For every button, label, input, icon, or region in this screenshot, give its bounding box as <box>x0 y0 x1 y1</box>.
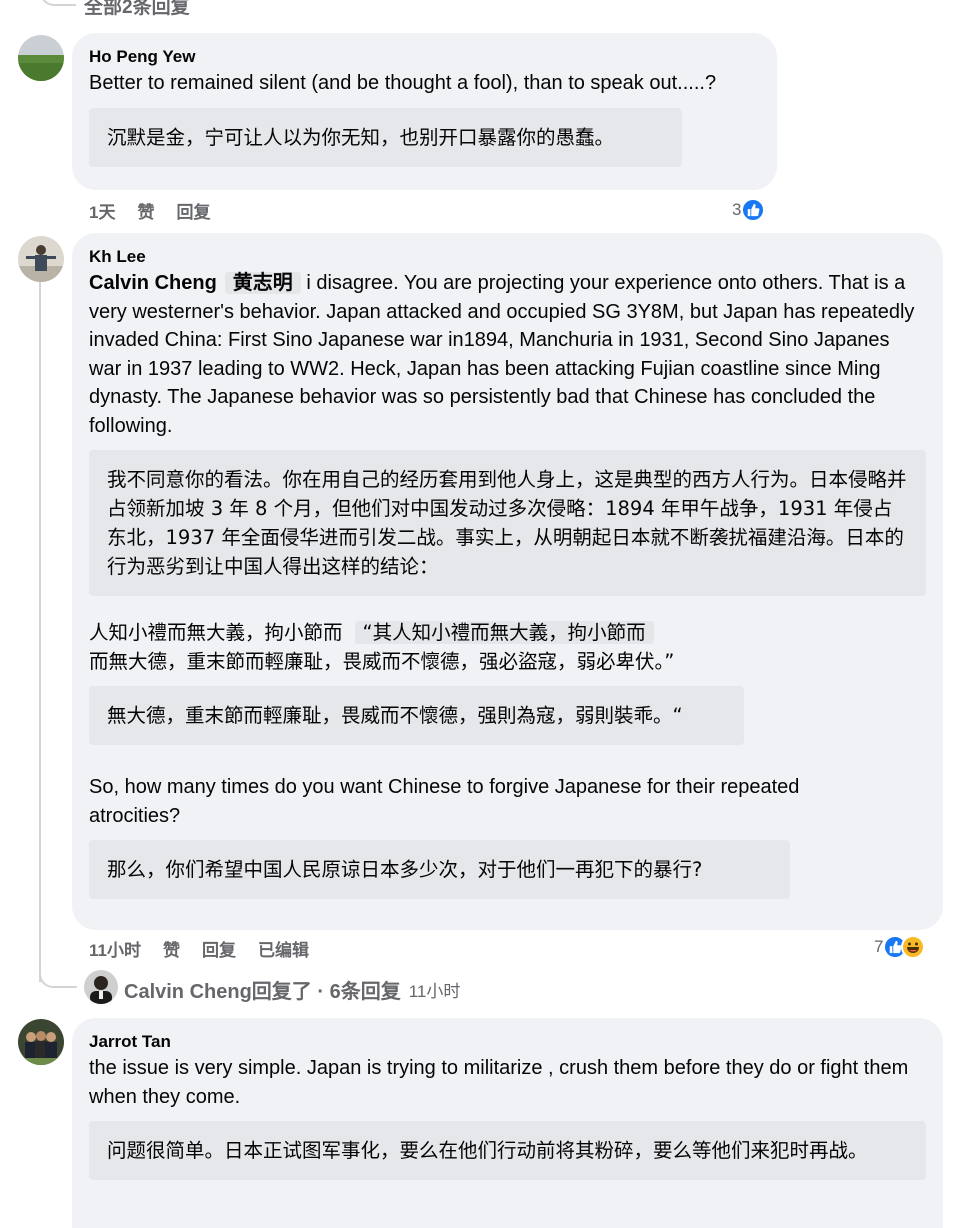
comment-author[interactable]: Ho Peng Yew <box>89 47 759 67</box>
translation-box: 沉默是金，宁可让人以为你无知，也别开口暴露你的愚蠢。 <box>89 107 682 167</box>
reaction-count: 3 <box>732 200 742 219</box>
translation-box: 那么，你们希望中国人民原谅日本多少次，对于他们一再犯下的暴行? <box>89 840 790 899</box>
comment-author[interactable]: Kh Lee <box>89 247 925 267</box>
avatar[interactable] <box>84 970 118 1004</box>
comment-text: the issue is very simple. Japan is tryin… <box>89 1057 909 1108</box>
thread-connector-top <box>40 0 76 6</box>
haha-reaction-icon <box>901 935 926 959</box>
mention-calvin-cheng[interactable]: Calvin Cheng <box>89 272 217 294</box>
reply-button[interactable]: 回复 <box>202 936 236 961</box>
comment-time[interactable]: 11小时 <box>89 936 141 961</box>
quote-line-1: 人知小禮而無大義，拘小節而 <box>89 621 343 644</box>
reaction-summary[interactable]: 7 <box>874 935 926 959</box>
quote-line-2: 而無大德，重末節而輕廉耻，畏威而不懷德，强必盜寇，弱必卑伏。” <box>89 650 675 673</box>
translation-box: 我不同意你的看法。你在用自己的经历套用到他人身上，这是典型的西方人行为。日本侵略… <box>89 450 926 596</box>
like-button[interactable]: 赞 <box>163 936 180 961</box>
comment-bubble: Jarrot Tan the issue is very simple. Jap… <box>72 1018 943 1228</box>
avatar[interactable] <box>18 1019 64 1065</box>
comment-text: Better to remained silent (and be though… <box>89 72 717 94</box>
comment-bubble: Ho Peng Yew Better to remained silent (a… <box>72 33 777 190</box>
comment-actions: 1天 赞 回复 <box>89 198 210 223</box>
like-reaction-icon <box>741 198 766 222</box>
comment-author[interactable]: Jarrot Tan <box>89 1032 925 1052</box>
view-all-replies-link[interactable]: 全部2条回复 <box>84 0 190 19</box>
replies-summary-time: 11小时 <box>408 982 461 1001</box>
comment-actions: 11小时 赞 回复 已编辑 <box>89 936 309 961</box>
replies-summary-label[interactable]: Calvin Cheng回复了 · 6条回复 <box>124 975 401 1004</box>
thread-connector-replies <box>39 960 77 988</box>
quote-tag: “其人知小禮而無大義，拘小節而 <box>354 621 654 644</box>
reaction-count: 7 <box>874 937 884 956</box>
comment-text: Calvin Cheng 黄志明 i disagree. You are proj… <box>89 269 925 440</box>
edited-label: 已编辑 <box>257 941 309 960</box>
like-button[interactable]: 赞 <box>137 198 154 223</box>
avatar[interactable] <box>18 236 64 282</box>
avatar[interactable] <box>18 35 64 81</box>
thread-line <box>39 282 41 982</box>
translation-box: 無大德，重末節而輕廉耻，畏威而不懷德，强則為寇，弱則裝乖。“ <box>89 686 744 745</box>
comment-bubble: Kh Lee Calvin Cheng 黄志明 i disagree. You a… <box>72 233 943 930</box>
comment-time[interactable]: 1天 <box>89 198 115 223</box>
reply-button[interactable]: 回复 <box>176 198 210 223</box>
replies-summary-link[interactable]: Calvin Cheng回复了 · 6条回复 11小时 <box>124 975 460 1004</box>
quote-text: 人知小禮而無大義，拘小節而 “其人知小禮而無大義，拘小節而 而無大德，重末節而輕廉… <box>89 618 925 676</box>
mention-huang-zhiming[interactable]: 黄志明 <box>224 272 301 294</box>
comment-text-question: So, how many times do you want Chinese t… <box>89 776 800 827</box>
translation-box: 问题很简单。日本正试图军事化，要么在他们行动前将其粉碎，要么等他们来犯时再战。 <box>89 1121 926 1180</box>
comment-text-body: i disagree. You are projecting your expe… <box>89 272 915 437</box>
reaction-summary[interactable]: 3 <box>732 198 766 222</box>
